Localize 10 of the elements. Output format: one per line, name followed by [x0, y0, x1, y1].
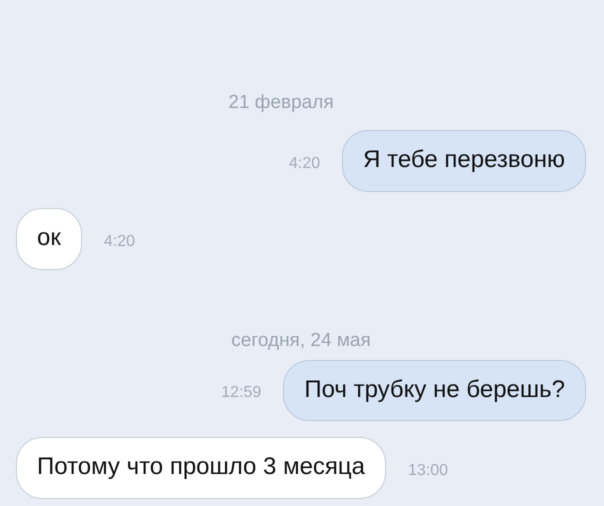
date-label: сегодня, 24 мая [231, 330, 371, 352]
message-time: 12:59 [221, 384, 262, 402]
message-time: 4:20 [104, 232, 135, 251]
message-bubble: ок [16, 208, 82, 270]
date-label: 21 февраля [228, 92, 334, 114]
message-bubble: Потому что прошло 3 месяца [16, 437, 386, 500]
message-time: 13:00 [408, 462, 448, 480]
message-bubble: Я тебе перезвоню [342, 130, 586, 192]
message-time: 4:20 [288, 154, 320, 173]
message-bubble: Поч трубку не берешь? [283, 360, 586, 422]
